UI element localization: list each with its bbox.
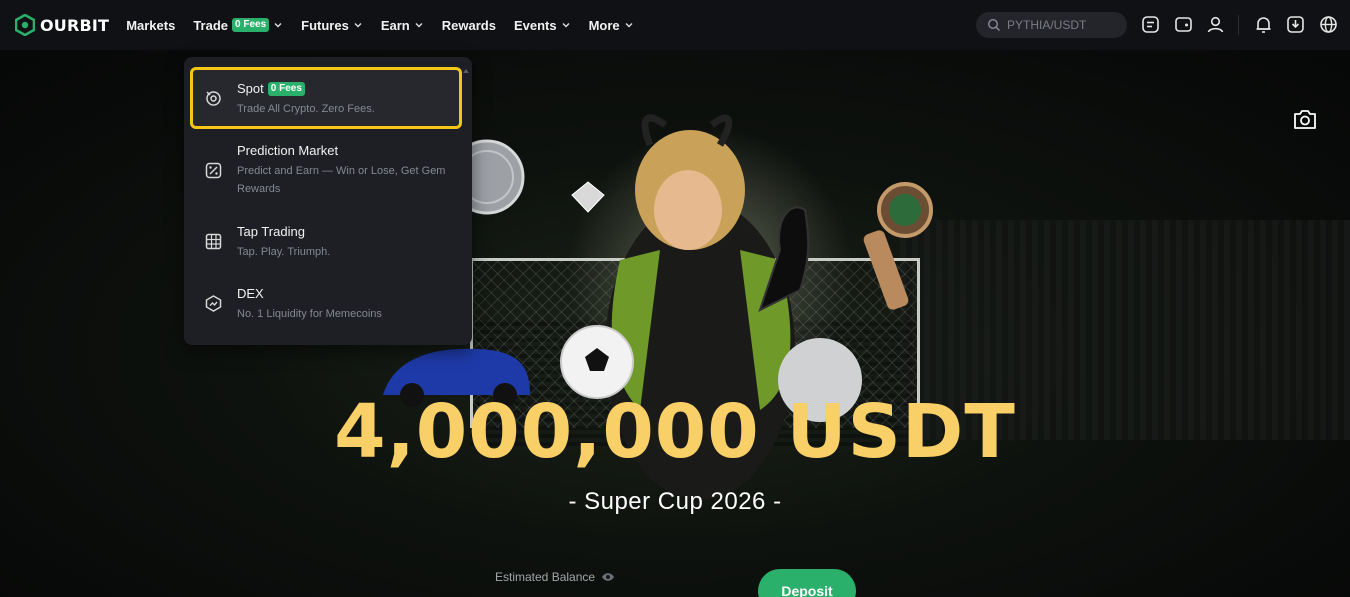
camera-icon[interactable] [1293, 108, 1317, 130]
nav-more-label: More [588, 17, 620, 33]
dropdown-item-dex[interactable]: DEX No. 1 Liquidity for Memecoins [192, 282, 460, 330]
chevron-down-icon [625, 23, 633, 28]
scroll-up-arrow-icon[interactable] [463, 69, 469, 73]
download-icon[interactable] [1286, 15, 1305, 34]
nav-rewards[interactable]: Rewards [442, 0, 496, 50]
deposit-button[interactable]: Deposit [758, 569, 856, 597]
zero-fees-badge: 0 Fees [267, 81, 305, 96]
nav-events-label: Events [513, 17, 557, 33]
globe-icon[interactable] [1319, 15, 1338, 34]
nav-trade[interactable]: Trade 0 Fees [193, 0, 283, 50]
prediction-market-desc: Predict and Earn — Win or Lose, Get Gem … [237, 165, 446, 195]
dex-icon [205, 295, 222, 312]
dex-desc: No. 1 Liquidity for Memecoins [237, 308, 382, 320]
chevron-down-icon [562, 23, 570, 28]
nav-trade-label: Trade [193, 17, 229, 33]
nav-earn-label: Earn [380, 17, 410, 33]
nav-earn[interactable]: Earn [381, 0, 424, 50]
prediction-market-title: Prediction Market [237, 143, 339, 158]
spot-desc: Trade All Crypto. Zero Fees. [237, 103, 375, 115]
grid-icon [205, 233, 222, 250]
orders-icon[interactable] [1141, 15, 1160, 34]
estimated-balance-label: Estimated Balance [495, 570, 596, 584]
logo-text: OURBIT [40, 15, 110, 35]
nav-events[interactable]: Events [514, 0, 571, 50]
logo[interactable]: OURBIT [15, 14, 109, 36]
chevron-down-icon [354, 23, 362, 28]
top-nav: OURBIT Markets Trade 0 Fees Futures Earn… [0, 0, 1350, 50]
dropdown-item-spot[interactable]: Spot 0 Fees Trade All Crypto. Zero Fees. [190, 67, 462, 129]
dex-title: DEX [237, 286, 264, 301]
dropdown-item-tap-trading[interactable]: Tap Trading Tap. Play. Triumph. [192, 220, 460, 268]
nav-futures[interactable]: Futures [301, 0, 363, 50]
search-icon [987, 18, 1000, 31]
search-box[interactable] [976, 12, 1127, 38]
dropdown-item-title: Spot 0 Fees [237, 81, 305, 96]
trade-dropdown: Spot 0 Fees Trade All Crypto. Zero Fees.… [184, 57, 472, 345]
user-icon[interactable] [1206, 15, 1225, 34]
eye-icon[interactable] [601, 572, 615, 582]
diamond [571, 181, 605, 213]
event-subtitle: - Super Cup 2026 - [568, 488, 782, 515]
nav-markets-label: Markets [126, 17, 176, 33]
tap-trading-desc: Tap. Play. Triumph. [237, 246, 331, 258]
main-menu: Markets Trade 0 Fees Futures Earn Reward… [126, 0, 651, 50]
zero-fees-badge: 0 Fees [232, 18, 270, 32]
bell-icon[interactable] [1254, 15, 1273, 34]
nav-divider [1238, 15, 1239, 35]
nav-more[interactable]: More [589, 0, 634, 50]
chevron-down-icon [274, 23, 282, 28]
nav-futures-label: Futures [301, 17, 349, 33]
wallet-icon[interactable] [1174, 15, 1193, 34]
search-input[interactable] [1007, 18, 1117, 32]
nav-rewards-label: Rewards [441, 17, 496, 33]
logo-icon [15, 14, 35, 36]
dropdown-item-prediction-market[interactable]: Prediction Market Predict and Earn — Win… [192, 139, 460, 201]
spot-title: Spot [237, 81, 264, 96]
estimated-balance: Estimated Balance [495, 570, 615, 584]
tap-trading-title: Tap Trading [237, 224, 305, 239]
spot-icon [206, 91, 221, 106]
nav-markets[interactable]: Markets [126, 0, 175, 50]
prediction-icon [205, 162, 222, 179]
chevron-down-icon [415, 23, 423, 28]
prize-amount: 4,000,000 USDT [334, 389, 1016, 475]
